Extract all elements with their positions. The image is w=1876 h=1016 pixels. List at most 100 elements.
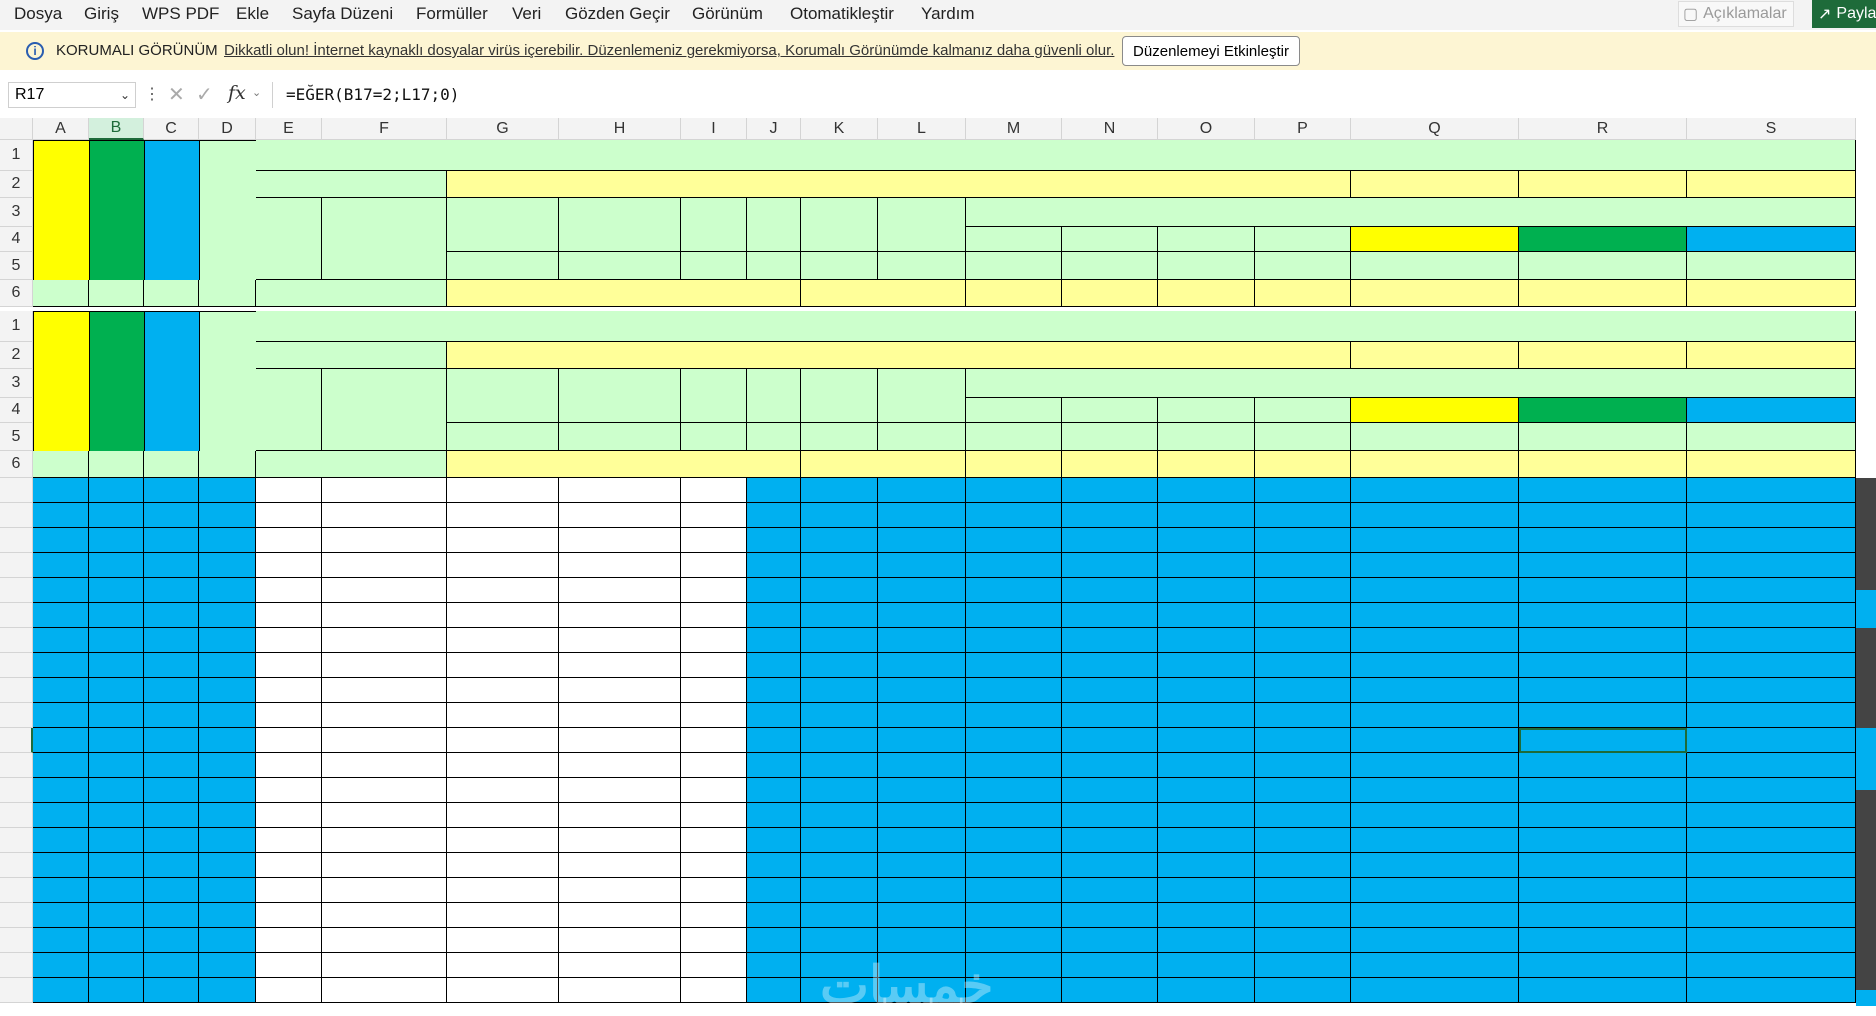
empty-cell[interactable] xyxy=(89,578,144,603)
row-header[interactable]: 4 xyxy=(0,227,33,252)
piece-header[interactable] xyxy=(747,198,801,252)
empty-cell[interactable] xyxy=(1255,828,1351,853)
size-header[interactable] xyxy=(681,198,747,252)
empty-cell[interactable] xyxy=(1519,778,1687,803)
cell-h[interactable] xyxy=(559,653,681,678)
chevron-down-icon[interactable]: ⌄ xyxy=(252,86,261,99)
column-header[interactable]: B xyxy=(89,118,144,140)
unit-cell[interactable] xyxy=(1519,252,1687,280)
empty-cell[interactable] xyxy=(1519,878,1687,903)
cell-l[interactable] xyxy=(878,903,966,928)
cell-h[interactable] xyxy=(559,478,681,503)
empty-cell[interactable] xyxy=(256,903,322,928)
empty-cell[interactable] xyxy=(1158,678,1255,703)
cell-d[interactable] xyxy=(199,978,256,1003)
cell-d[interactable] xyxy=(199,553,256,578)
menu-item[interactable]: Yardım xyxy=(921,4,975,24)
item-number[interactable] xyxy=(1351,342,1519,369)
sheet-metal-header[interactable] xyxy=(1687,227,1856,252)
cell-j[interactable] xyxy=(747,553,801,578)
row-header[interactable] xyxy=(0,978,33,1003)
cell-i[interactable] xyxy=(681,628,747,653)
cell-h[interactable] xyxy=(559,778,681,803)
cell-h[interactable] xyxy=(559,703,681,728)
cell-a[interactable] xyxy=(33,753,89,778)
empty-cell[interactable] xyxy=(256,753,322,778)
cell-j[interactable] xyxy=(747,853,801,878)
empty-cell[interactable] xyxy=(1158,878,1255,903)
unit-cell[interactable] xyxy=(1158,252,1255,280)
column-number[interactable] xyxy=(89,280,144,307)
cell-j[interactable] xyxy=(747,778,801,803)
empty-cell[interactable] xyxy=(256,728,322,753)
row-header[interactable] xyxy=(0,953,33,978)
empty-cell[interactable] xyxy=(1687,928,1856,953)
cell-j[interactable] xyxy=(747,628,801,653)
total-transfer-label[interactable] xyxy=(801,451,966,478)
cell-k[interactable] xyxy=(801,678,878,703)
menu-item[interactable]: WPS PDF xyxy=(142,4,219,24)
empty-cell[interactable] xyxy=(1255,878,1351,903)
acoustics-header[interactable] xyxy=(1519,227,1687,252)
cell-k[interactable] xyxy=(801,528,878,553)
row-header[interactable]: 3 xyxy=(0,198,33,227)
cell-g[interactable] xyxy=(447,728,559,753)
environment-header[interactable] xyxy=(801,369,878,423)
cell-f[interactable] xyxy=(322,528,447,553)
empty-cell[interactable] xyxy=(144,903,199,928)
cell-d[interactable] xyxy=(199,903,256,928)
empty-cell[interactable] xyxy=(144,953,199,978)
empty-cell[interactable] xyxy=(89,553,144,578)
column-header[interactable]: G xyxy=(447,118,559,140)
cell-a[interactable] xyxy=(33,878,89,903)
active-cell[interactable] xyxy=(1519,728,1687,753)
cell-d[interactable] xyxy=(199,653,256,678)
total-value[interactable] xyxy=(966,280,1062,307)
row-header[interactable] xyxy=(0,878,33,903)
empty-cell[interactable] xyxy=(256,528,322,553)
cell-i[interactable] xyxy=(681,853,747,878)
empty-cell[interactable] xyxy=(89,803,144,828)
empty-cell[interactable] xyxy=(1687,703,1856,728)
empty-cell[interactable] xyxy=(1687,478,1856,503)
empty-cell[interactable] xyxy=(1158,928,1255,953)
thickness-header[interactable] xyxy=(966,398,1062,423)
item-number[interactable] xyxy=(1687,171,1856,198)
cell-d[interactable] xyxy=(199,753,256,778)
cell-n[interactable] xyxy=(1062,603,1158,628)
cell-j[interactable] xyxy=(747,728,801,753)
cell-m[interactable] xyxy=(966,478,1062,503)
unit-cell[interactable] xyxy=(1687,423,1856,451)
cell-l[interactable] xyxy=(878,653,966,678)
row-header[interactable]: 5 xyxy=(0,423,33,451)
unit-cell[interactable] xyxy=(747,252,801,280)
menu-item[interactable]: Gözden Geçir xyxy=(565,4,670,24)
cell-a[interactable] xyxy=(33,703,89,728)
protected-view-message[interactable]: Dikkatli olun! İnternet kaynaklı dosyala… xyxy=(224,42,1114,59)
total-value[interactable] xyxy=(1158,280,1255,307)
row-header[interactable] xyxy=(0,778,33,803)
cell-f[interactable] xyxy=(322,978,447,1003)
cell-q[interactable] xyxy=(1351,678,1519,703)
empty-cell[interactable] xyxy=(1519,553,1687,578)
row-header[interactable]: 3 xyxy=(0,369,33,398)
empty-cell[interactable] xyxy=(1255,478,1351,503)
cell-g[interactable] xyxy=(447,478,559,503)
row-header[interactable]: 1 xyxy=(0,140,33,171)
cell-i[interactable] xyxy=(681,703,747,728)
empty-cell[interactable] xyxy=(1158,478,1255,503)
cell-h[interactable] xyxy=(559,753,681,778)
cell-g[interactable] xyxy=(447,628,559,653)
row-header[interactable] xyxy=(0,903,33,928)
cell-f[interactable] xyxy=(322,753,447,778)
unit-cell[interactable] xyxy=(1255,423,1351,451)
cell-i[interactable] xyxy=(681,553,747,578)
cell-l[interactable] xyxy=(878,728,966,753)
cell-q[interactable] xyxy=(1351,578,1519,603)
row-header[interactable] xyxy=(0,753,33,778)
empty-cell[interactable] xyxy=(1158,778,1255,803)
cell-d[interactable] xyxy=(199,478,256,503)
cell-j[interactable] xyxy=(747,703,801,728)
unit-cell[interactable] xyxy=(681,252,747,280)
empty-cell[interactable] xyxy=(144,503,199,528)
